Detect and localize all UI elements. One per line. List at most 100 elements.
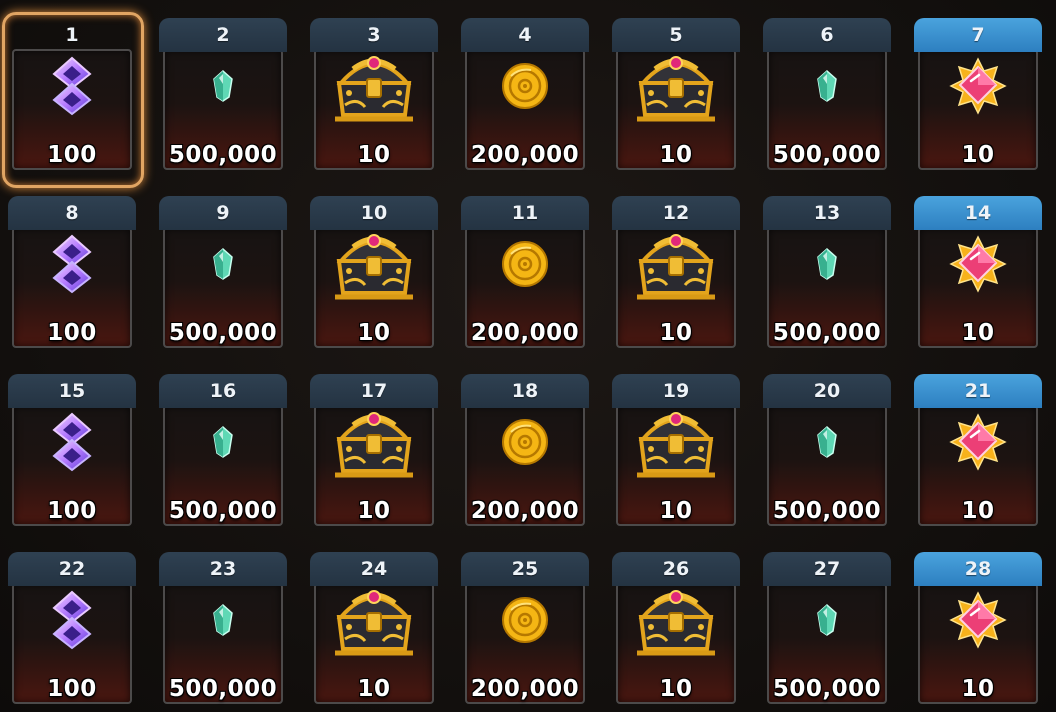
day-header: 16	[159, 374, 287, 408]
day-header: 15	[8, 374, 136, 408]
day-number: 1	[65, 24, 79, 46]
day-number: 17	[360, 380, 388, 402]
reward-slot-day-16[interactable]: 16 500,000	[159, 374, 287, 532]
day-header: 9	[159, 196, 287, 230]
green-crystal-icon	[816, 247, 838, 284]
day-header: 7	[914, 18, 1042, 52]
day-number: 9	[216, 202, 230, 224]
day-number: 14	[964, 202, 992, 224]
reward-quantity: 10	[659, 320, 693, 346]
day-number: 15	[58, 380, 86, 402]
day-header: 19	[612, 374, 740, 408]
reward-quantity: 500,000	[772, 142, 882, 168]
reward-slot-day-26[interactable]: 26 10	[612, 552, 740, 710]
reward-quantity: 10	[659, 498, 693, 524]
reward-slot-day-11[interactable]: 11 200,000	[461, 196, 589, 354]
reward-quantity: 10	[961, 142, 995, 168]
pink-gem-star-icon	[949, 413, 1007, 475]
day-header: 13	[763, 196, 891, 230]
reward-slot-day-27[interactable]: 27 500,000	[763, 552, 891, 710]
green-crystal-icon	[816, 425, 838, 462]
reward-slot-day-9[interactable]: 9 500,000	[159, 196, 287, 354]
reward-slot-day-20[interactable]: 20 500,000	[763, 374, 891, 532]
day-header: 24	[310, 552, 438, 586]
day-header: 4	[461, 18, 589, 52]
day-header: 11	[461, 196, 589, 230]
reward-quantity: 10	[357, 142, 391, 168]
reward-quantity: 10	[357, 676, 391, 702]
reward-slot-day-21[interactable]: 21 10	[914, 374, 1042, 532]
reward-slot-day-23[interactable]: 23 500,000	[159, 552, 287, 710]
day-number: 23	[209, 558, 237, 580]
purple-rune-icon	[50, 412, 94, 476]
day-number: 2	[216, 24, 230, 46]
reward-slot-day-6[interactable]: 6 500,000	[763, 18, 891, 176]
reward-slot-day-25[interactable]: 25 200,000	[461, 552, 589, 710]
day-number: 13	[813, 202, 841, 224]
treasure-chest-icon	[331, 227, 417, 305]
day-header: 28	[914, 552, 1042, 586]
treasure-chest-icon	[331, 405, 417, 483]
treasure-chest-icon	[633, 227, 719, 305]
day-header: 10	[310, 196, 438, 230]
reward-slot-day-18[interactable]: 18 200,000	[461, 374, 589, 532]
reward-slot-day-12[interactable]: 12 10	[612, 196, 740, 354]
reward-slot-day-7[interactable]: 7 10	[914, 18, 1042, 176]
pink-gem-star-icon	[949, 57, 1007, 119]
purple-rune-icon	[50, 56, 94, 120]
green-crystal-icon	[212, 603, 234, 640]
reward-quantity: 10	[357, 498, 391, 524]
treasure-chest-icon	[633, 583, 719, 661]
reward-slot-day-17[interactable]: 17 10	[310, 374, 438, 532]
green-crystal-icon	[816, 69, 838, 106]
reward-slot-day-28[interactable]: 28 10	[914, 552, 1042, 710]
green-crystal-icon	[212, 69, 234, 106]
reward-slot-day-2[interactable]: 2 500,000	[159, 18, 287, 176]
green-crystal-icon	[816, 603, 838, 640]
day-number: 7	[971, 24, 985, 46]
reward-slot-day-1[interactable]: 1 100	[2, 12, 144, 188]
day-header: 27	[763, 552, 891, 586]
day-number: 28	[964, 558, 992, 580]
day-number: 26	[662, 558, 690, 580]
treasure-chest-icon	[331, 49, 417, 127]
day-number: 3	[367, 24, 381, 46]
treasure-chest-icon	[633, 405, 719, 483]
reward-quantity: 10	[961, 498, 995, 524]
reward-slot-day-5[interactable]: 5 10	[612, 18, 740, 176]
reward-slot-day-14[interactable]: 14 10	[914, 196, 1042, 354]
gold-coin-icon	[501, 596, 549, 648]
day-header: 5	[612, 18, 740, 52]
reward-quantity: 500,000	[772, 676, 882, 702]
day-header: 22	[8, 552, 136, 586]
reward-slot-day-15[interactable]: 15 100	[8, 374, 136, 532]
day-header: 2	[159, 18, 287, 52]
reward-slot-day-3[interactable]: 3 10	[310, 18, 438, 176]
day-number: 8	[65, 202, 79, 224]
day-number: 5	[669, 24, 683, 46]
reward-quantity: 200,000	[470, 142, 580, 168]
day-header: 25	[461, 552, 589, 586]
day-number: 6	[820, 24, 834, 46]
day-number: 27	[813, 558, 841, 580]
reward-quantity: 500,000	[168, 142, 278, 168]
reward-quantity: 100	[47, 142, 97, 168]
day-number: 18	[511, 380, 539, 402]
day-number: 25	[511, 558, 539, 580]
purple-rune-icon	[50, 234, 94, 298]
reward-slot-day-22[interactable]: 22 100	[8, 552, 136, 710]
reward-slot-day-4[interactable]: 4 200,000	[461, 18, 589, 176]
day-number: 16	[209, 380, 237, 402]
treasure-chest-icon	[331, 583, 417, 661]
reward-slot-day-19[interactable]: 19 10	[612, 374, 740, 532]
day-header: 17	[310, 374, 438, 408]
reward-slot-day-24[interactable]: 24 10	[310, 552, 438, 710]
reward-slot-day-10[interactable]: 10 10	[310, 196, 438, 354]
reward-slot-day-8[interactable]: 8 100	[8, 196, 136, 354]
day-header: 26	[612, 552, 740, 586]
reward-slot-day-13[interactable]: 13 500,000	[763, 196, 891, 354]
day-number: 11	[511, 202, 539, 224]
reward-quantity: 500,000	[772, 498, 882, 524]
day-number: 21	[964, 380, 992, 402]
reward-quantity: 10	[659, 676, 693, 702]
